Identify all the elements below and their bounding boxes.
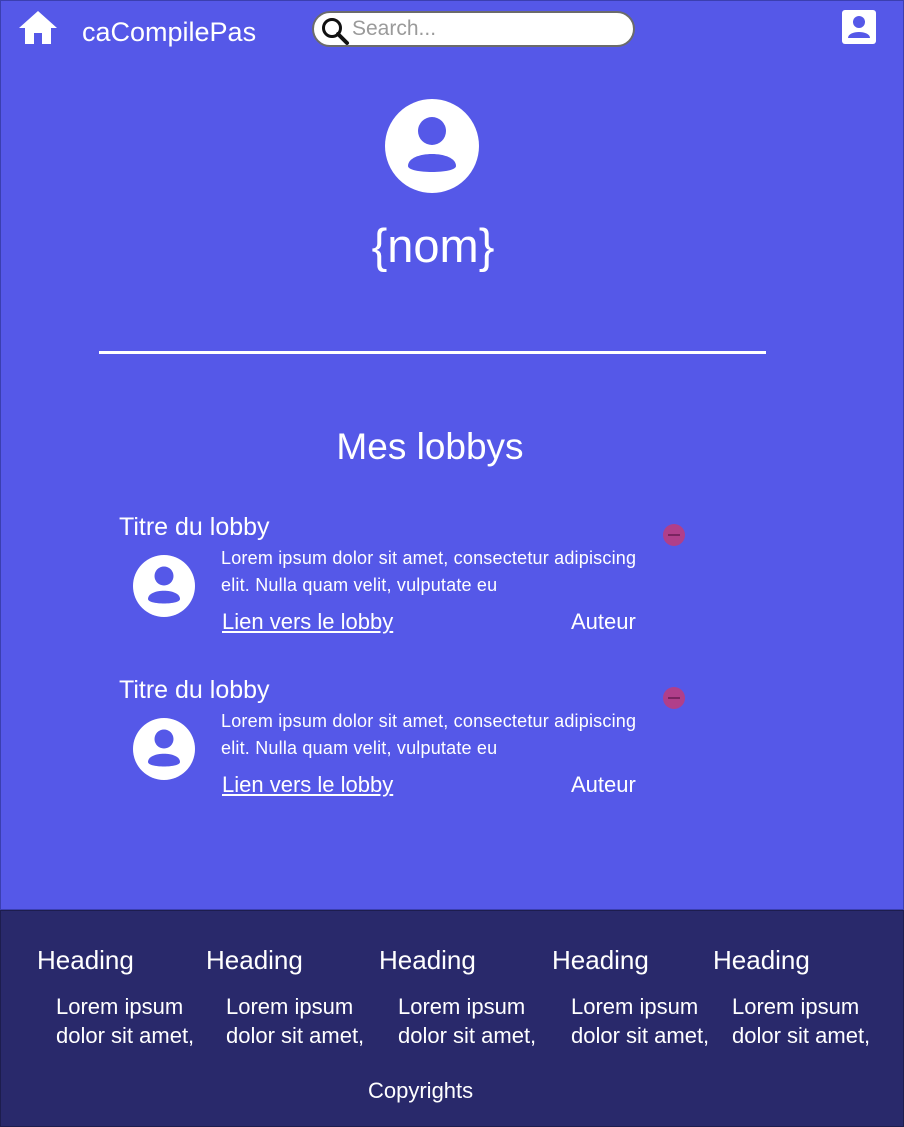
lobby-author: Auteur <box>571 772 636 797</box>
divider <box>99 351 766 354</box>
footer-heading: Heading <box>379 945 476 975</box>
lobby-card: Titre du lobby Lorem ipsum dolor sit ame… <box>1 512 904 652</box>
footer-text: Lorem ipsum dolor sit amet, <box>398 994 537 1048</box>
section-title: Mes lobbys <box>336 426 524 467</box>
footer-column: Heading Lorem ipsum dolor sit amet, <box>713 944 870 1048</box>
footer-text: Lorem ipsum dolor sit amet, <box>56 994 195 1048</box>
lobby-author: Auteur <box>571 609 636 634</box>
home-icon[interactable] <box>17 9 59 47</box>
remove-lobby-button[interactable] <box>663 687 685 709</box>
footer-heading: Heading <box>206 945 303 975</box>
lobby-title: Titre du lobby <box>119 513 270 541</box>
app-title[interactable]: caCompilePas <box>82 15 256 49</box>
account-icon[interactable] <box>841 9 877 45</box>
search-bar[interactable] <box>312 11 635 47</box>
search-input[interactable] <box>352 16 622 42</box>
lobby-title: Titre du lobby <box>119 676 270 704</box>
search-icon <box>322 18 349 45</box>
footer-heading: Heading <box>713 945 810 975</box>
copyright: Copyrights <box>368 1078 474 1103</box>
user-avatar-icon <box>385 99 479 193</box>
lobby-avatar-icon <box>133 555 195 617</box>
profile-name: {nom} <box>371 219 495 272</box>
remove-lobby-button[interactable] <box>663 524 685 546</box>
footer-column: Heading Lorem ipsum dolor sit amet, <box>379 944 536 1048</box>
footer-text: Lorem ipsum dolor sit amet, <box>226 994 365 1048</box>
footer-column: Heading Lorem ipsum dolor sit amet, <box>206 944 364 1048</box>
footer-column: Heading Lorem ipsum dolor sit amet, <box>552 944 709 1048</box>
footer-column: Heading Lorem ipsum dolor sit amet, <box>37 944 194 1048</box>
lobby-link[interactable]: Lien vers le lobby <box>222 771 393 799</box>
main-section: caCompilePas {nom} Mes lobbys Titre du l… <box>0 0 904 910</box>
lobby-link[interactable]: Lien vers le lobby <box>222 608 393 636</box>
footer-text: Lorem ipsum dolor sit amet, <box>571 994 710 1048</box>
lobby-description: Lorem ipsum dolor sit amet, consectetur … <box>221 711 637 758</box>
lobby-card: Titre du lobby Lorem ipsum dolor sit ame… <box>1 675 904 815</box>
footer-text: Lorem ipsum dolor sit amet, <box>732 994 871 1048</box>
lobby-description: Lorem ipsum dolor sit amet, consectetur … <box>221 548 637 595</box>
footer-heading: Heading <box>552 945 649 975</box>
lobby-avatar-icon <box>133 718 195 780</box>
footer-heading: Heading <box>37 945 134 975</box>
